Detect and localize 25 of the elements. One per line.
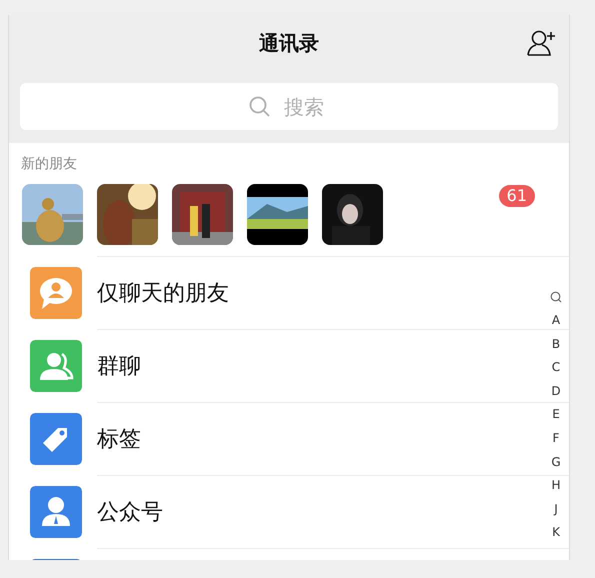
person-icon [30,486,82,538]
section-label: 新的朋友 [20,155,78,173]
list-item-label[interactable]: 群聊 [97,350,141,380]
index-letter[interactable]: A [552,309,560,333]
page-title: 通讯录 [259,30,319,56]
search-icon [249,96,271,118]
index-letter[interactable]: E [552,403,560,427]
index-letter[interactable]: H [551,474,561,498]
index-letter[interactable]: K [552,521,560,545]
list-item-label[interactable]: 标签 [97,424,141,454]
list-item-label[interactable]: 仅聊天的朋友 [97,278,229,308]
index-letter[interactable]: G [551,450,561,474]
index-letter[interactable]: C [552,356,560,380]
search-icon[interactable] [550,291,562,303]
search-field[interactable]: 搜索 [20,83,558,130]
group-icon [30,340,82,392]
chat-person-icon [30,266,82,318]
index-letter[interactable]: J [554,498,558,522]
tag-icon [30,412,82,464]
index-letter[interactable]: B [552,332,560,356]
add-contact-icon[interactable] [526,28,558,58]
list-item-label[interactable]: 公众号 [97,496,163,526]
index-letter[interactable]: D [551,380,561,404]
count-badge: 61 [498,185,535,207]
index-letter[interactable]: F [552,426,560,451]
